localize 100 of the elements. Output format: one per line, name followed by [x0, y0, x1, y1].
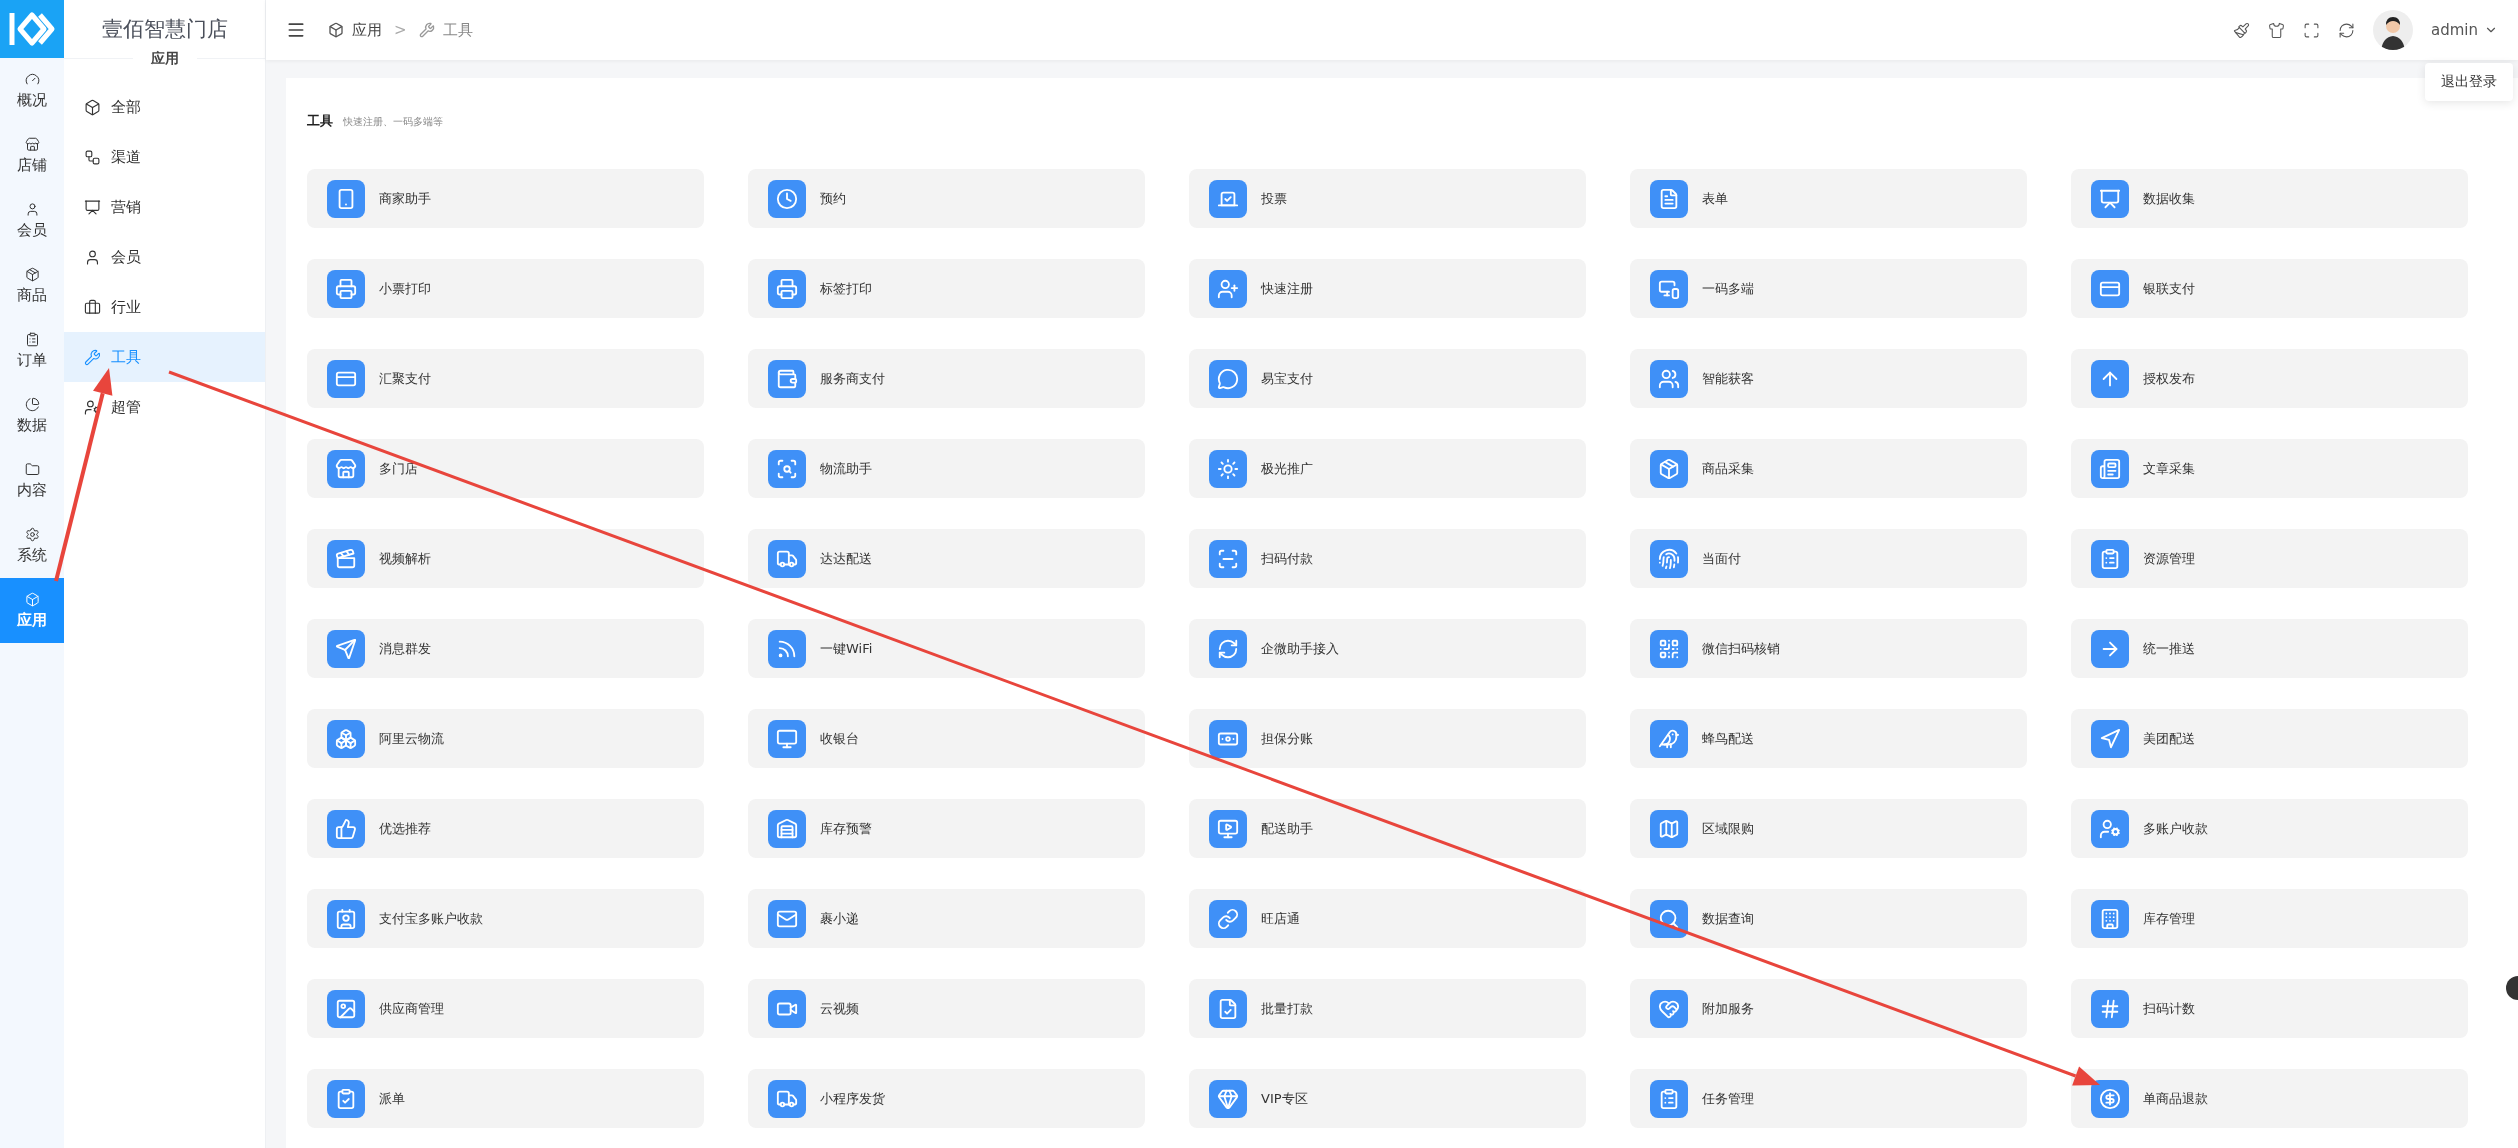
user-name[interactable]: admin — [2431, 21, 2478, 39]
rail-item[interactable]: 会员 — [0, 188, 64, 253]
tool-tile[interactable]: 供应商管理 — [307, 979, 704, 1038]
menu-icon[interactable] — [286, 20, 306, 40]
rail-item[interactable]: 系统 — [0, 513, 64, 578]
clipboard-icon — [327, 1079, 365, 1118]
tool-tile[interactable]: 担保分账 — [1189, 709, 1586, 768]
tool-tile[interactable]: 当面付 — [1630, 529, 2027, 588]
tool-tile[interactable]: 云视频 — [748, 979, 1145, 1038]
menu-item[interactable]: 会员 — [64, 232, 265, 282]
tool-tile[interactable]: 表单 — [1630, 169, 2027, 228]
tool-label: 银联支付 — [2143, 279, 2195, 298]
tool-tile[interactable]: VIP专区 — [1189, 1069, 1586, 1128]
menu-item[interactable]: 渠道 — [64, 132, 265, 182]
tool-tile[interactable]: 裹小递 — [748, 889, 1145, 948]
tool-tile[interactable]: 物流助手 — [748, 439, 1145, 498]
wrench-icon — [84, 348, 101, 366]
tool-tile[interactable]: 一码多端 — [1630, 259, 2027, 318]
tool-tile[interactable]: 资源管理 — [2071, 529, 2468, 588]
tool-tile[interactable]: 视频解析 — [307, 529, 704, 588]
tool-tile[interactable]: 消息群发 — [307, 619, 704, 678]
rail-item[interactable]: 店铺 — [0, 123, 64, 188]
tool-label: 表单 — [1702, 189, 1728, 208]
tool-tile[interactable]: 扫码付款 — [1189, 529, 1586, 588]
tool-tile[interactable]: 服务商支付 — [748, 349, 1145, 408]
tool-tile[interactable]: 商品采集 — [1630, 439, 2027, 498]
tool-tile[interactable]: 小程序发货 — [748, 1069, 1145, 1128]
tool-tile[interactable]: 极光推广 — [1189, 439, 1586, 498]
breadcrumb-item[interactable]: 应用 — [352, 20, 382, 40]
menu-item[interactable]: 全部 — [64, 82, 265, 132]
tool-tile[interactable]: 文章采集 — [2071, 439, 2468, 498]
tool-tile[interactable]: 智能获客 — [1630, 349, 2027, 408]
tool-tile[interactable]: 旺店通 — [1189, 889, 1586, 948]
menu-item[interactable]: 超管 — [64, 382, 265, 432]
avatar[interactable] — [2373, 10, 2413, 50]
tool-label: 收银台 — [820, 729, 859, 748]
tool-tile[interactable]: 企微助手接入 — [1189, 619, 1586, 678]
menu-item[interactable]: 行业 — [64, 282, 265, 332]
tool-tile[interactable]: 配送助手 — [1189, 799, 1586, 858]
rail-label: 商品 — [17, 285, 47, 305]
tool-tile[interactable]: 收银台 — [748, 709, 1145, 768]
tool-label: 担保分账 — [1261, 729, 1313, 748]
rail-label: 应用 — [17, 610, 47, 630]
tool-tile[interactable]: 库存管理 — [2071, 889, 2468, 948]
tool-tile[interactable]: 支付宝多账户收款 — [307, 889, 704, 948]
tool-tile[interactable]: 阿里云物流 — [307, 709, 704, 768]
truck-icon — [768, 1079, 806, 1118]
tool-tile[interactable]: 银联支付 — [2071, 259, 2468, 318]
heart-hand-icon — [1650, 989, 1688, 1028]
tool-tile[interactable]: 一键WiFi — [748, 619, 1145, 678]
tool-label: 裹小递 — [820, 909, 859, 928]
tool-label: 预约 — [820, 189, 846, 208]
rail-item[interactable]: 商品 — [0, 253, 64, 318]
rail-item[interactable]: 订单 — [0, 318, 64, 383]
search-icon — [1650, 899, 1688, 938]
shirt-icon[interactable] — [2268, 21, 2285, 39]
tool-tile[interactable]: 批量打款 — [1189, 979, 1586, 1038]
rail-label: 概况 — [17, 90, 47, 110]
tool-tile[interactable]: 数据收集 — [2071, 169, 2468, 228]
tool-tile[interactable]: 微信扫码核销 — [1630, 619, 2027, 678]
monitor-play-icon — [1209, 809, 1247, 848]
chart-icon — [84, 198, 101, 216]
tool-tile[interactable]: 库存预警 — [748, 799, 1145, 858]
tool-tile[interactable]: 快速注册 — [1189, 259, 1586, 318]
brush-icon[interactable] — [2233, 21, 2250, 39]
refresh-icon[interactable] — [2338, 21, 2355, 39]
tool-tile[interactable]: 任务管理 — [1630, 1069, 2027, 1128]
rail-item[interactable]: 概况 — [0, 58, 64, 123]
tool-tile[interactable]: 易宝支付 — [1189, 349, 1586, 408]
navigation-icon — [2091, 719, 2129, 758]
tool-tile[interactable]: 预约 — [748, 169, 1145, 228]
logout-menu-item[interactable]: 退出登录 — [2425, 63, 2513, 101]
tool-tile[interactable]: 数据查询 — [1630, 889, 2027, 948]
tool-label: 数据收集 — [2143, 189, 2195, 208]
rail-item[interactable]: 内容 — [0, 448, 64, 513]
tool-tile[interactable]: 授权发布 — [2071, 349, 2468, 408]
tool-tile[interactable]: 扫码计数 — [2071, 979, 2468, 1038]
tool-tile[interactable]: 汇聚支付 — [307, 349, 704, 408]
rail-item[interactable]: 数据 — [0, 383, 64, 448]
tool-tile[interactable]: 小票打印 — [307, 259, 704, 318]
tool-tile[interactable]: 美团配送 — [2071, 709, 2468, 768]
tool-tile[interactable]: 派单 — [307, 1069, 704, 1128]
tool-label: 旺店通 — [1261, 909, 1300, 928]
tool-tile[interactable]: 蜂鸟配送 — [1630, 709, 2027, 768]
tool-tile[interactable]: 投票 — [1189, 169, 1586, 228]
tool-label: 资源管理 — [2143, 549, 2195, 568]
tool-tile[interactable]: 达达配送 — [748, 529, 1145, 588]
tool-tile[interactable]: 统一推送 — [2071, 619, 2468, 678]
tool-tile[interactable]: 区域限购 — [1630, 799, 2027, 858]
tool-tile[interactable]: 标签打印 — [748, 259, 1145, 318]
tool-tile[interactable]: 多账户收款 — [2071, 799, 2468, 858]
tool-tile[interactable]: 优选推荐 — [307, 799, 704, 858]
tool-label: 服务商支付 — [820, 369, 885, 388]
tool-tile[interactable]: 附加服务 — [1630, 979, 2027, 1038]
fullscreen-icon[interactable] — [2303, 21, 2320, 39]
rail-label: 内容 — [17, 480, 47, 500]
menu-label: 全部 — [111, 97, 141, 117]
menu-item[interactable]: 营销 — [64, 182, 265, 232]
tool-tile[interactable]: 单商品退款 — [2071, 1069, 2468, 1128]
tool-tile[interactable]: 商家助手 — [307, 169, 704, 228]
